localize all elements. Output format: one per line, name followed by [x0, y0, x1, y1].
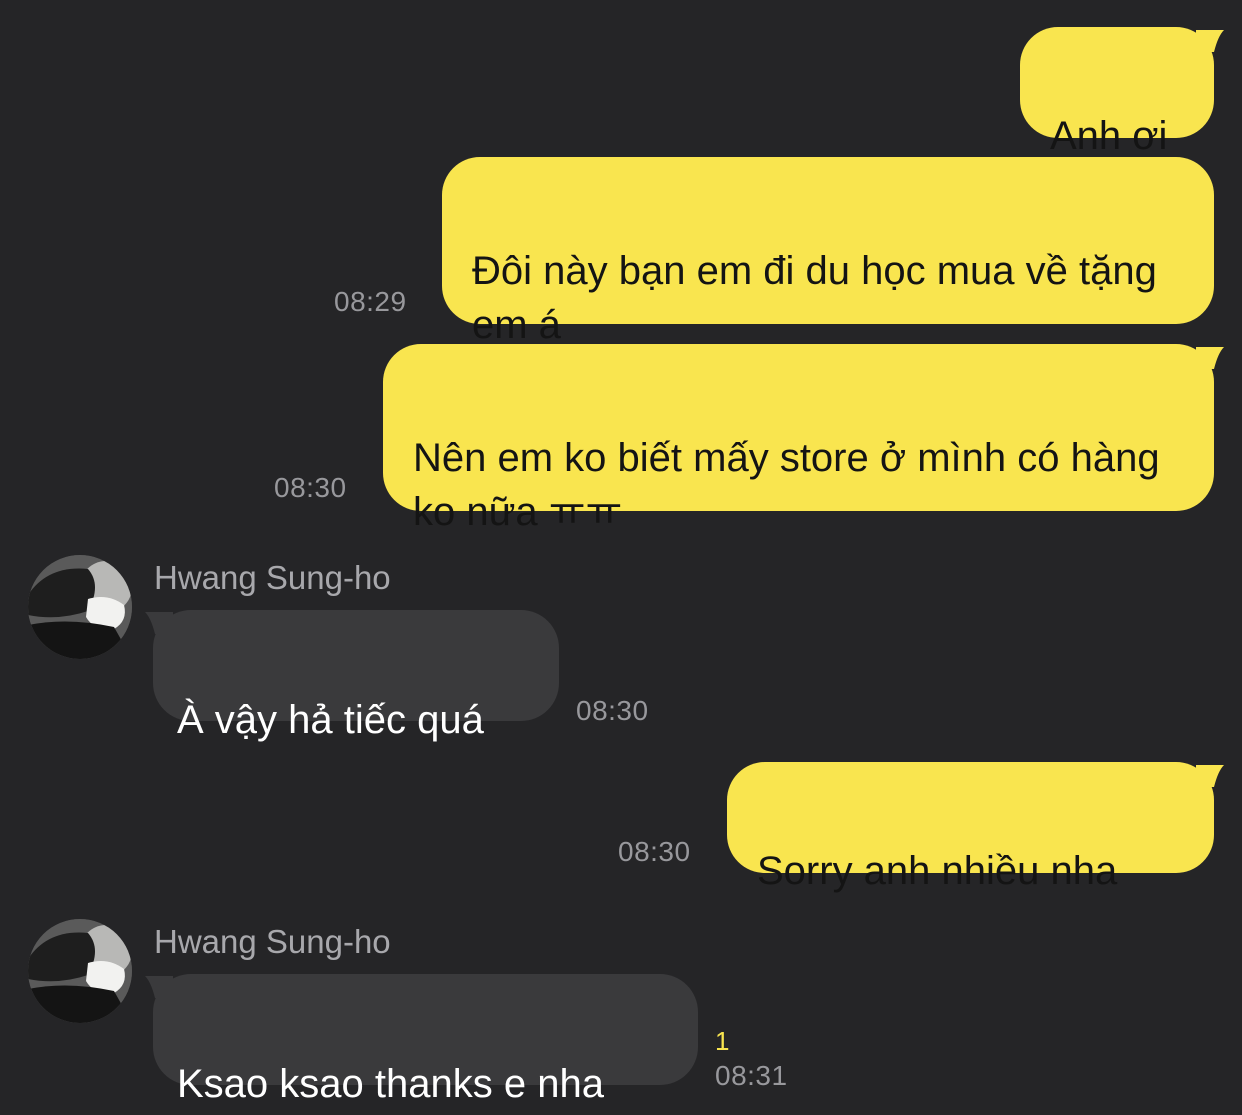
unread-count: 1	[715, 1026, 730, 1056]
outgoing-message-bubble[interactable]: Sorry anh nhiều nha	[727, 762, 1214, 893]
message-text: Anh ơi	[1050, 114, 1168, 158]
bubble-tail-icon	[1196, 765, 1224, 787]
message-text: Đôi này bạn em đi du học mua về tặng em …	[472, 249, 1157, 347]
profile-photo-icon	[28, 555, 132, 659]
message-timestamp: 08:30	[576, 695, 649, 726]
sender-name: Hwang Sung-ho	[154, 923, 391, 960]
message-text: Sorry anh nhiều nha	[757, 849, 1118, 893]
outgoing-message-bubble[interactable]: Anh ơi	[1020, 27, 1214, 158]
sender-avatar[interactable]	[28, 555, 132, 659]
message-text: Nên em ko biết mấy store ở mình có hàng …	[413, 436, 1160, 534]
message-text: Ksao ksao thanks e nha	[177, 1062, 604, 1106]
outgoing-message-bubble[interactable]: Nên em ko biết mấy store ở mình có hàng …	[383, 344, 1214, 534]
message-timestamp: 08:31	[715, 1060, 788, 1091]
message-timestamp: 08:30	[618, 836, 691, 867]
bubble-tail-icon	[145, 612, 173, 634]
incoming-message-bubble[interactable]: À vậy hả tiếc quá	[153, 610, 559, 742]
message-text: À vậy hả tiếc quá	[177, 698, 484, 742]
message-timestamp: 08:29	[334, 286, 407, 317]
sender-name: Hwang Sung-ho	[154, 559, 391, 596]
profile-photo-icon	[28, 919, 132, 1023]
incoming-message-bubble[interactable]: Ksao ksao thanks e nha	[153, 974, 698, 1106]
bubble-tail-icon	[1196, 30, 1224, 52]
bubble-tail-icon	[145, 976, 173, 998]
outgoing-message-bubble[interactable]: Đôi này bạn em đi du học mua về tặng em …	[442, 157, 1214, 347]
message-timestamp: 08:30	[274, 472, 347, 503]
sender-avatar[interactable]	[28, 919, 132, 1023]
bubble-tail-icon	[1196, 347, 1224, 369]
